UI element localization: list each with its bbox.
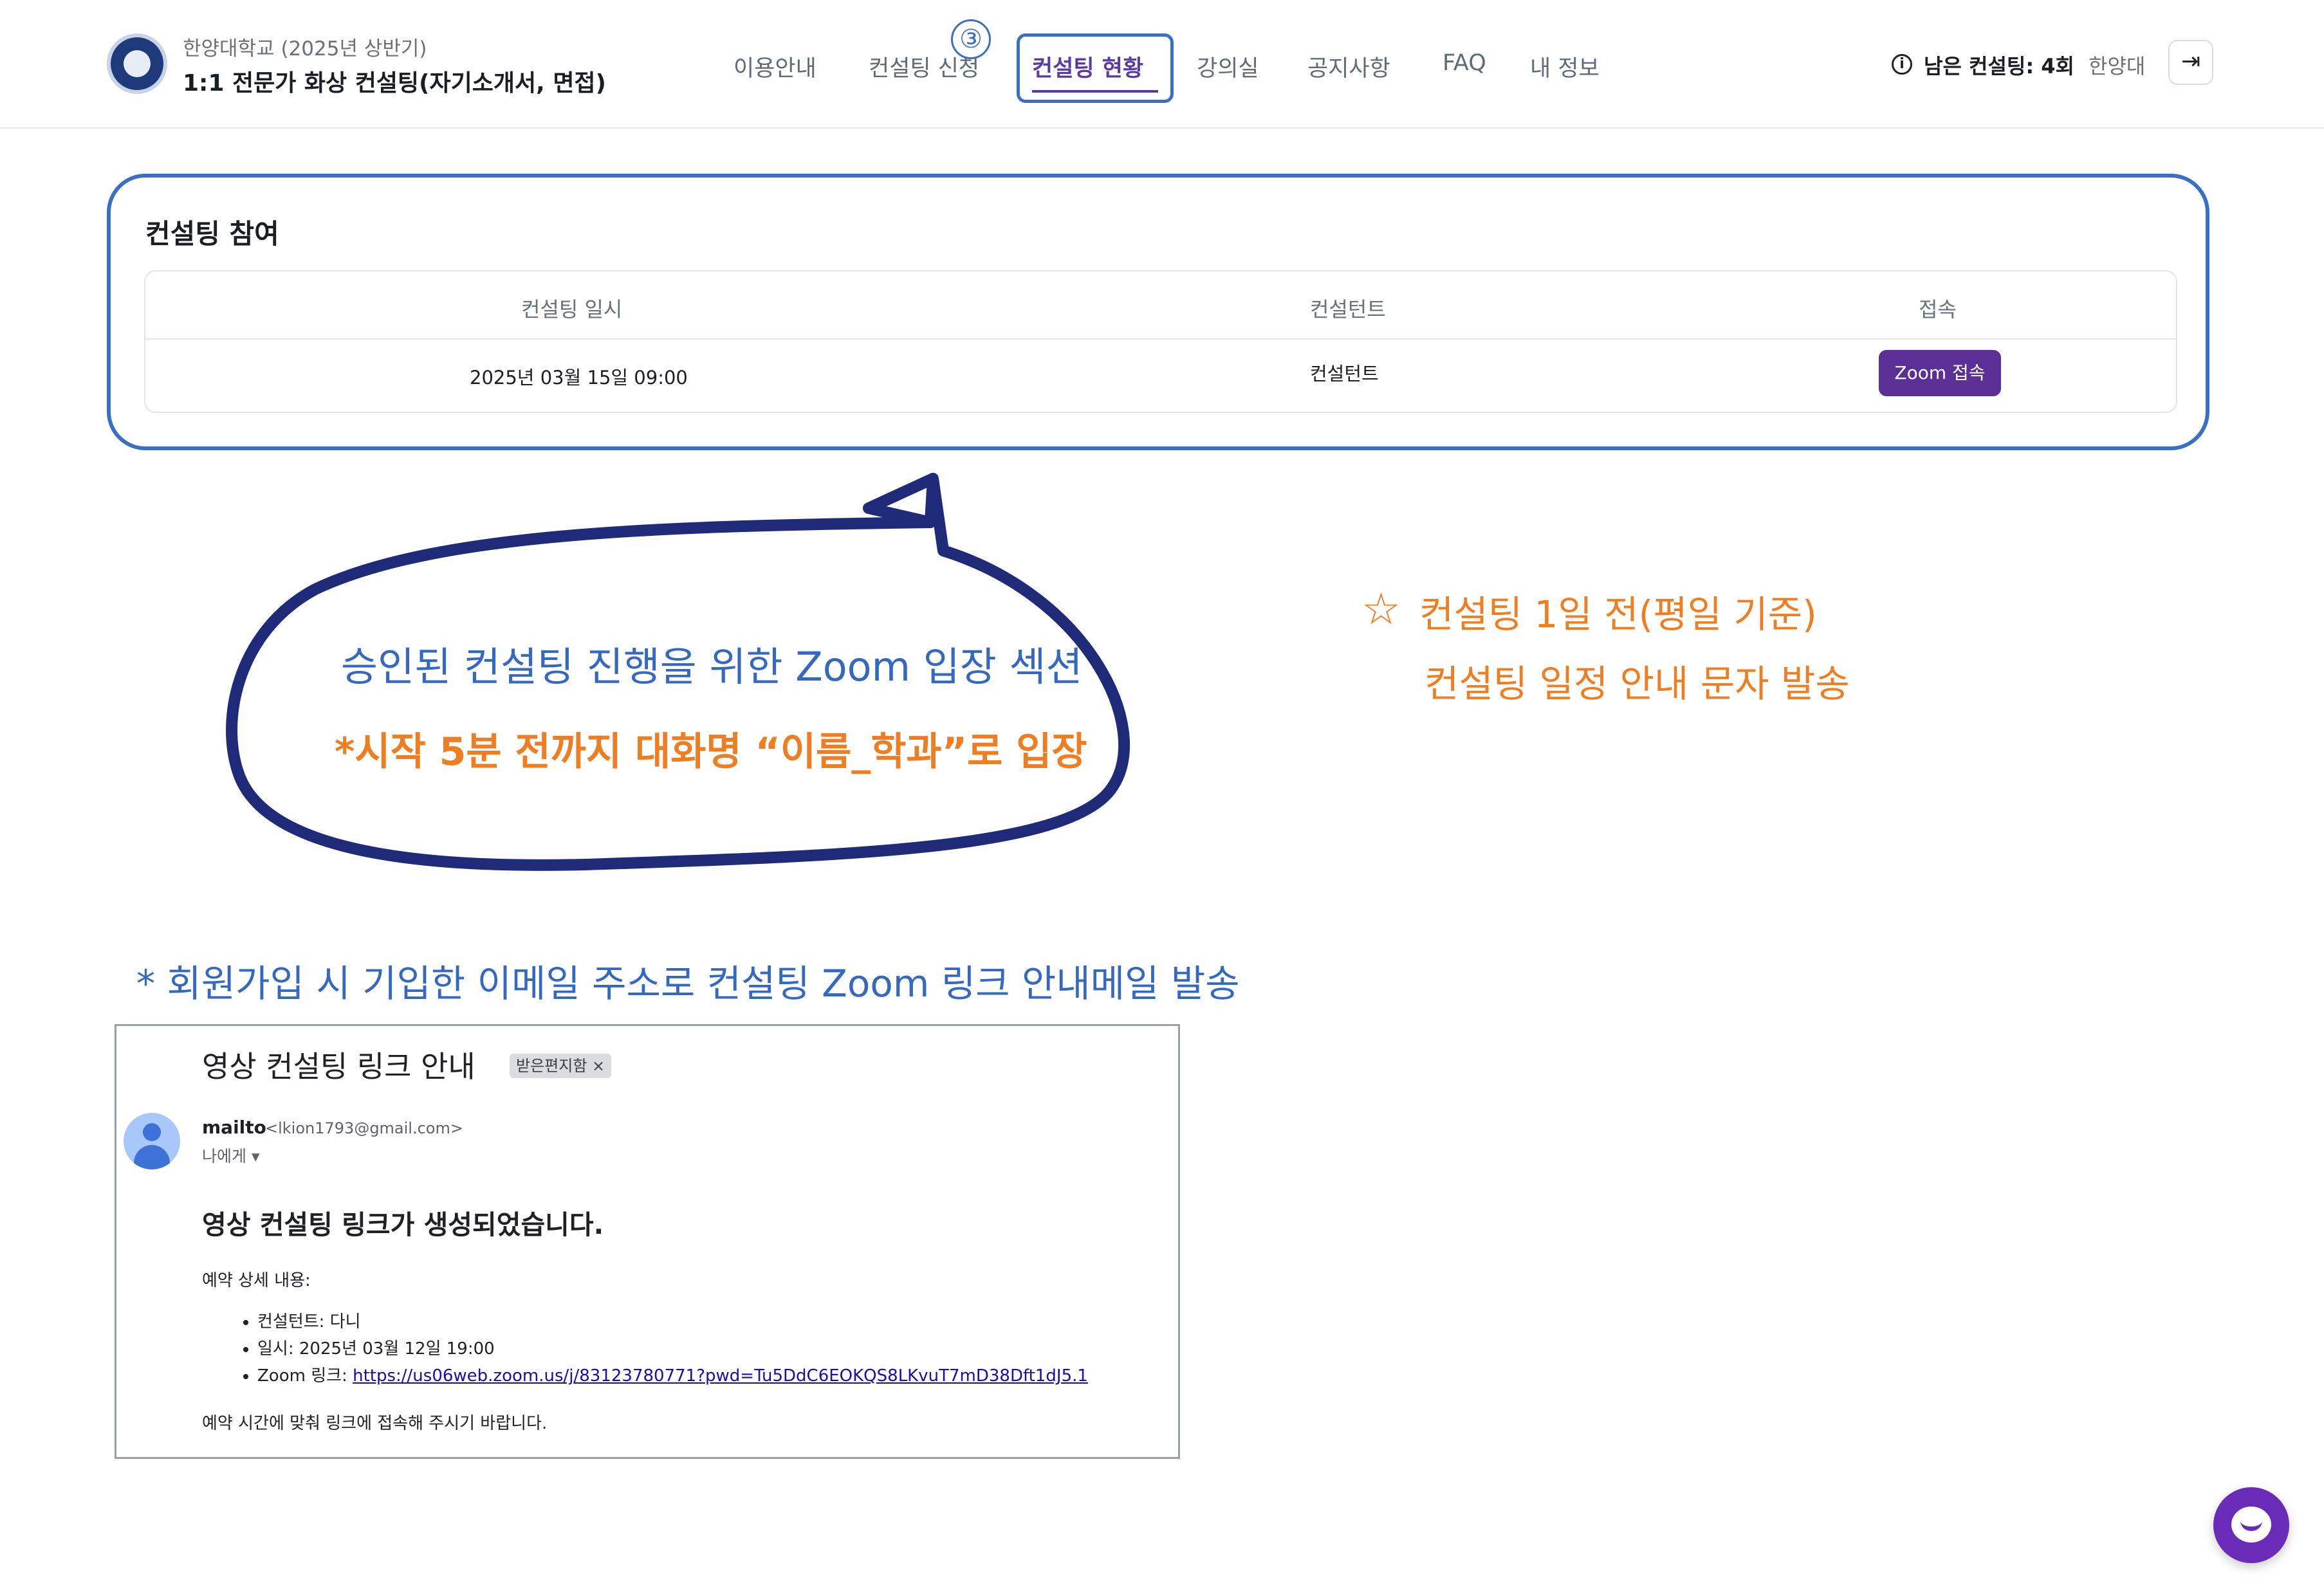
col-datetime: 컨설팅 일시 xyxy=(521,297,623,322)
detail-consultant: 컨설턴트: 다니 xyxy=(257,1308,1088,1335)
email-closing: 예약 시간에 맞춰 링크에 접속해 주시기 바랍니다. xyxy=(202,1414,548,1433)
email-notice-text: * 회원가입 시 기입한 이메일 주소로 컨설팅 Zoom 링크 안내메일 발송 xyxy=(136,962,1240,1005)
detail-datetime: 일시: 2025년 03월 12일 19:00 xyxy=(257,1335,1088,1362)
top-header: 한양대학교 (2025년 상반기) 1:1 전문가 화상 컨설팅(자기소개서, … xyxy=(0,0,2324,129)
bubble-text-zoom-section: 승인된 컨설팅 진행을 위한 Zoom 입장 섹션 xyxy=(341,643,1083,690)
chat-support-button[interactable] xyxy=(2213,1487,2289,1563)
nav-guide[interactable]: 이용안내 xyxy=(733,50,816,83)
sender-avatar xyxy=(124,1113,180,1169)
bubble-text-entry-rule: *시작 5분 전까지 대화명 “이름_학과”로 입장 xyxy=(335,729,1087,774)
sender-email: <lkion1793@gmail.com> xyxy=(265,1119,463,1137)
row-datetime: 2025년 03월 15일 09:00 xyxy=(470,367,688,389)
org-name: 한양대학교 (2025년 상반기) xyxy=(183,37,427,60)
nav-notice[interactable]: 공지사항 xyxy=(1307,50,1390,83)
zoom-join-button[interactable]: Zoom 접속 xyxy=(1879,350,2001,396)
zoom-link-prefix: Zoom 링크: xyxy=(257,1366,353,1386)
inbox-label-chip[interactable]: 받은편지함 × xyxy=(510,1054,612,1078)
email-preview xyxy=(115,1024,1180,1459)
zoom-link[interactable]: https://us06web.zoom.us/j/83123780771?pw… xyxy=(353,1366,1088,1386)
email-subject: 영상 컨설팅 링크 안내 xyxy=(202,1049,475,1084)
logout-icon: ⇥ xyxy=(2181,48,2201,75)
step-marker: ③ xyxy=(951,19,991,59)
col-consultant: 컨설턴트 xyxy=(1310,297,1386,322)
nav-faq[interactable]: FAQ xyxy=(1443,50,1486,76)
detail-zoom-link: Zoom 링크: https://us06web.zoom.us/j/83123… xyxy=(257,1362,1088,1389)
nav-my-info[interactable]: 내 정보 xyxy=(1530,50,1600,83)
recipient-dropdown[interactable]: 나에게 ▾ xyxy=(202,1144,260,1167)
highlight-box xyxy=(1017,33,1174,103)
info-icon: i xyxy=(1892,54,1912,75)
email-intro: 예약 상세 내용: xyxy=(202,1271,311,1290)
university-logo[interactable] xyxy=(107,33,167,94)
col-access: 접속 xyxy=(1919,297,1957,322)
program-title: 1:1 전문가 화상 컨설팅(자기소개서, 면접) xyxy=(183,70,607,96)
sender-name: mailto xyxy=(202,1117,266,1138)
remaining-count: 남은 컨설팅: 4회 xyxy=(1924,54,2074,78)
nav-lecture-room[interactable]: 강의실 xyxy=(1197,50,1259,83)
star-icon: ☆ xyxy=(1361,584,1401,635)
user-name[interactable]: 한양대 xyxy=(2089,50,2145,80)
reservation-details: 컨설턴트: 다니 일시: 2025년 03월 12일 19:00 Zoom 링크… xyxy=(257,1308,1088,1389)
table-header: 컨설팅 일시 컨설턴트 접속 xyxy=(145,271,2176,340)
participation-title: 컨설팅 참여 xyxy=(145,218,279,250)
email-heading: 영상 컨설팅 링크가 생성되었습니다. xyxy=(202,1209,604,1240)
participation-table: 컨설팅 일시 컨설턴트 접속 2025년 03월 15일 09:00 컨설턴트 xyxy=(144,270,2177,413)
logout-button[interactable]: ⇥ xyxy=(2168,40,2213,85)
sms-note-line1: 컨설팅 1일 전(평일 기준) xyxy=(1419,592,1817,636)
sms-note-line2: 컨설팅 일정 안내 문자 발송 xyxy=(1425,662,1850,706)
row-consultant: 컨설턴트 xyxy=(1310,363,1379,385)
